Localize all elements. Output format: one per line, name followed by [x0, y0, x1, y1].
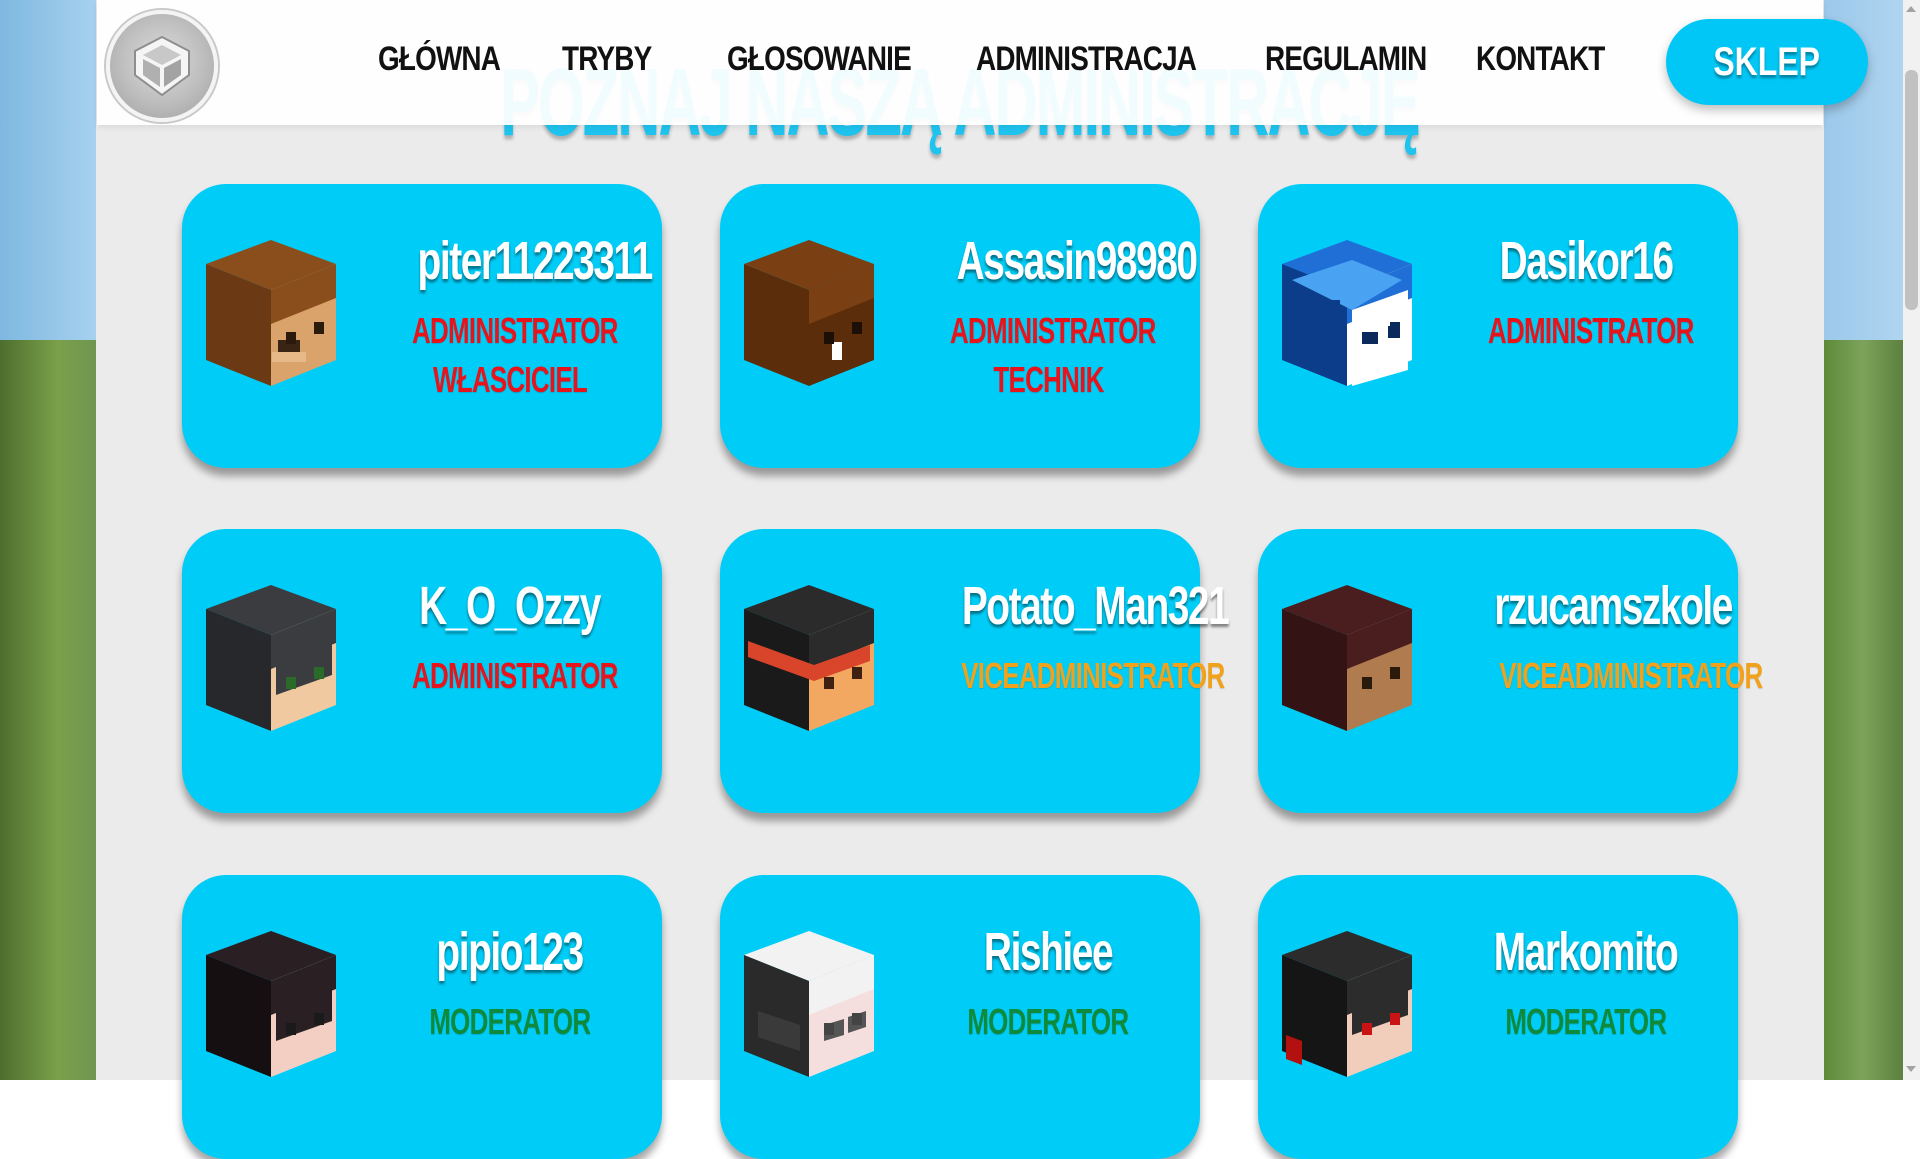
- staff-role-text: VICEADMINISTRATOR: [961, 655, 1224, 697]
- player-head-icon: [206, 585, 336, 731]
- staff-name-text: rzucamszkole: [1494, 575, 1732, 637]
- staff-card: pipio123 MODERATOR: [182, 875, 662, 1159]
- staff-avatar: [206, 585, 336, 731]
- player-head-icon: [744, 240, 874, 386]
- staff-role-text: MODERATOR: [967, 1001, 1128, 1043]
- staff-card: K_O_Ozzy ADMINISTRATOR: [182, 529, 662, 813]
- player-head-icon: [744, 931, 874, 1077]
- staff-role: VICEADMINISTRATOR: [910, 655, 1186, 697]
- staff-role-text: MODERATOR: [1505, 1001, 1666, 1043]
- scroll-up-arrow-icon[interactable]: [1906, 6, 1916, 12]
- staff-role: ADMINISTRATOR: [1448, 310, 1724, 352]
- nav-item-administracja[interactable]: ADMINISTRACJA: [976, 40, 1196, 79]
- staff-role: ADMINISTRATOR: [910, 310, 1186, 352]
- staff-role-text: MODERATOR: [429, 1001, 590, 1043]
- site-logo[interactable]: [106, 10, 218, 122]
- staff-avatar: [1282, 585, 1412, 731]
- staff-card: Rishiee MODERATOR: [720, 875, 1200, 1159]
- staff-avatar: [744, 240, 874, 386]
- staff-name: Rishiee: [910, 921, 1186, 983]
- staff-card: Markomito MODERATOR: [1258, 875, 1738, 1159]
- staff-name: K_O_Ozzy: [372, 575, 648, 637]
- staff-card: Potato_Man321 VICEADMINISTRATOR: [720, 529, 1200, 813]
- nav-item-tryby[interactable]: TRYBY: [562, 40, 651, 79]
- staff-avatar: [744, 931, 874, 1077]
- staff-name-text: Rishiee: [984, 921, 1112, 983]
- staff-role: MODERATOR: [372, 1001, 648, 1043]
- staff-name-text: Assasin98980: [957, 230, 1197, 292]
- staff-name: Markomito: [1448, 921, 1724, 983]
- shop-button-label: SKLEP: [1714, 40, 1821, 85]
- staff-avatar: [206, 240, 336, 386]
- staff-role-text: VICEADMINISTRATOR: [1499, 655, 1762, 697]
- player-head-icon: [206, 931, 336, 1077]
- player-head-icon: [206, 240, 336, 386]
- staff-avatar: [206, 931, 336, 1077]
- scrollbar-thumb[interactable]: [1905, 70, 1918, 310]
- staff-name-text: pipio123: [437, 921, 583, 983]
- staff-avatar: [1282, 240, 1412, 386]
- staff-card: Assasin98980 ADMINISTRATOR TECHNIK: [720, 184, 1200, 468]
- staff-role-text: ADMINISTRATOR: [1488, 310, 1694, 352]
- nav-item-glosowanie[interactable]: GŁOSOWANIE: [727, 40, 911, 79]
- staff-name-text: Dasikor16: [1500, 230, 1673, 292]
- staff-role: WŁASCICIEL: [372, 359, 648, 401]
- player-head-icon: [1282, 240, 1412, 386]
- staff-name-text: Markomito: [1494, 921, 1678, 983]
- staff-name: Assasin98980: [910, 230, 1186, 292]
- staff-name: rzucamszkole: [1448, 575, 1724, 637]
- staff-role: TECHNIK: [910, 359, 1186, 401]
- staff-role-text: ADMINISTRATOR: [412, 655, 618, 697]
- staff-role-text: TECHNIK: [993, 359, 1103, 401]
- staff-role-text: ADMINISTRATOR: [412, 310, 618, 352]
- staff-name: piter11223311: [372, 230, 648, 292]
- player-head-icon: [1282, 585, 1412, 731]
- nav-item-kontakt[interactable]: KONTAKT: [1476, 40, 1604, 79]
- staff-role: VICEADMINISTRATOR: [1448, 655, 1724, 697]
- player-head-icon: [744, 585, 874, 731]
- staff-name-text: Potato_Man321: [962, 575, 1228, 637]
- staff-name: Potato_Man321: [910, 575, 1186, 637]
- staff-card: rzucamszkole VICEADMINISTRATOR: [1258, 529, 1738, 813]
- staff-role-text: ADMINISTRATOR: [950, 310, 1156, 352]
- nav-item-regulamin[interactable]: REGULAMIN: [1265, 40, 1426, 79]
- staff-role-text: WŁASCICIEL: [433, 359, 587, 401]
- shop-button[interactable]: SKLEP: [1666, 19, 1868, 105]
- staff-name: pipio123: [372, 921, 648, 983]
- staff-avatar: [1282, 931, 1412, 1077]
- staff-role: ADMINISTRATOR: [372, 655, 648, 697]
- staff-role: MODERATOR: [1448, 1001, 1724, 1043]
- staff-avatar: [744, 585, 874, 731]
- scroll-down-arrow-icon[interactable]: [1906, 1066, 1916, 1072]
- nav-item-glowna[interactable]: GŁÓWNA: [378, 40, 500, 79]
- player-head-icon: [1282, 931, 1412, 1077]
- staff-name: Dasikor16: [1448, 230, 1724, 292]
- staff-card: Dasikor16 ADMINISTRATOR: [1258, 184, 1738, 468]
- staff-card: piter11223311 ADMINISTRATOR WŁASCICIEL: [182, 184, 662, 468]
- staff-role: MODERATOR: [910, 1001, 1186, 1043]
- shield-logo-icon: [127, 31, 197, 101]
- staff-name-text: K_O_Ozzy: [420, 575, 601, 637]
- staff-name-text: piter11223311: [418, 230, 652, 292]
- staff-role: ADMINISTRATOR: [372, 310, 648, 352]
